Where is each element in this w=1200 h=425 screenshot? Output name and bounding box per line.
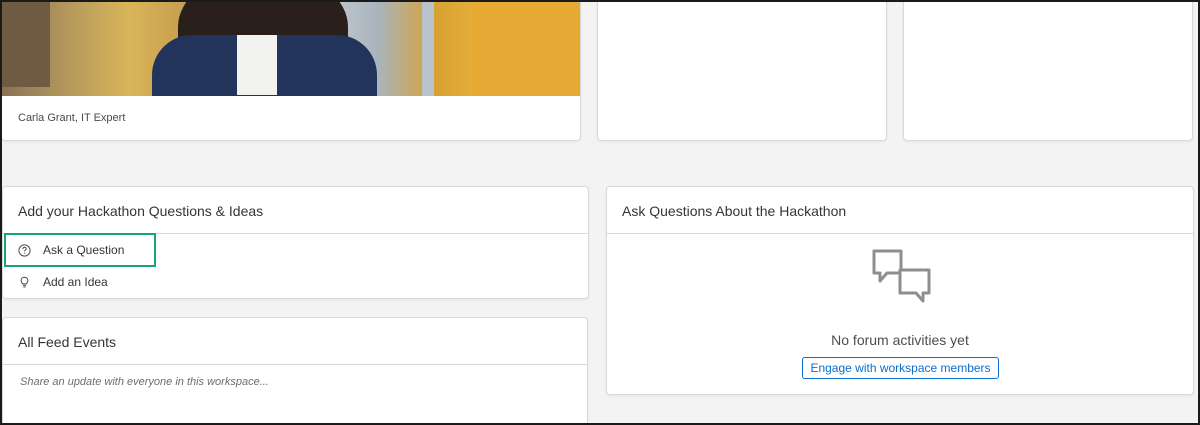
questions-ideas-title: Add your Hackathon Questions & Ideas bbox=[3, 187, 588, 234]
forum-empty-state: No forum activities yet Engage with work… bbox=[607, 235, 1193, 394]
top-card-2 bbox=[597, 0, 887, 141]
feed-card: All Feed Events bbox=[2, 317, 588, 425]
lightbulb-icon bbox=[18, 276, 31, 289]
add-idea-label: Add an Idea bbox=[43, 275, 108, 289]
add-idea-action[interactable]: Add an Idea bbox=[18, 272, 108, 292]
share-update-input[interactable] bbox=[20, 376, 570, 388]
forum-title: Ask Questions About the Hackathon bbox=[607, 187, 1193, 234]
profile-caption: Carla Grant, IT Expert bbox=[18, 112, 126, 124]
discussion-bubbles-icon bbox=[871, 249, 931, 309]
profile-card: Carla Grant, IT Expert bbox=[1, 0, 581, 141]
forum-card: Ask Questions About the Hackathon No for… bbox=[606, 186, 1194, 395]
engage-members-button[interactable]: Engage with workspace members bbox=[802, 357, 999, 379]
ask-question-highlight bbox=[4, 233, 156, 267]
forum-empty-text: No forum activities yet bbox=[831, 332, 969, 348]
profile-photo bbox=[2, 0, 580, 96]
top-card-3 bbox=[903, 0, 1193, 141]
feed-title: All Feed Events bbox=[3, 318, 587, 365]
